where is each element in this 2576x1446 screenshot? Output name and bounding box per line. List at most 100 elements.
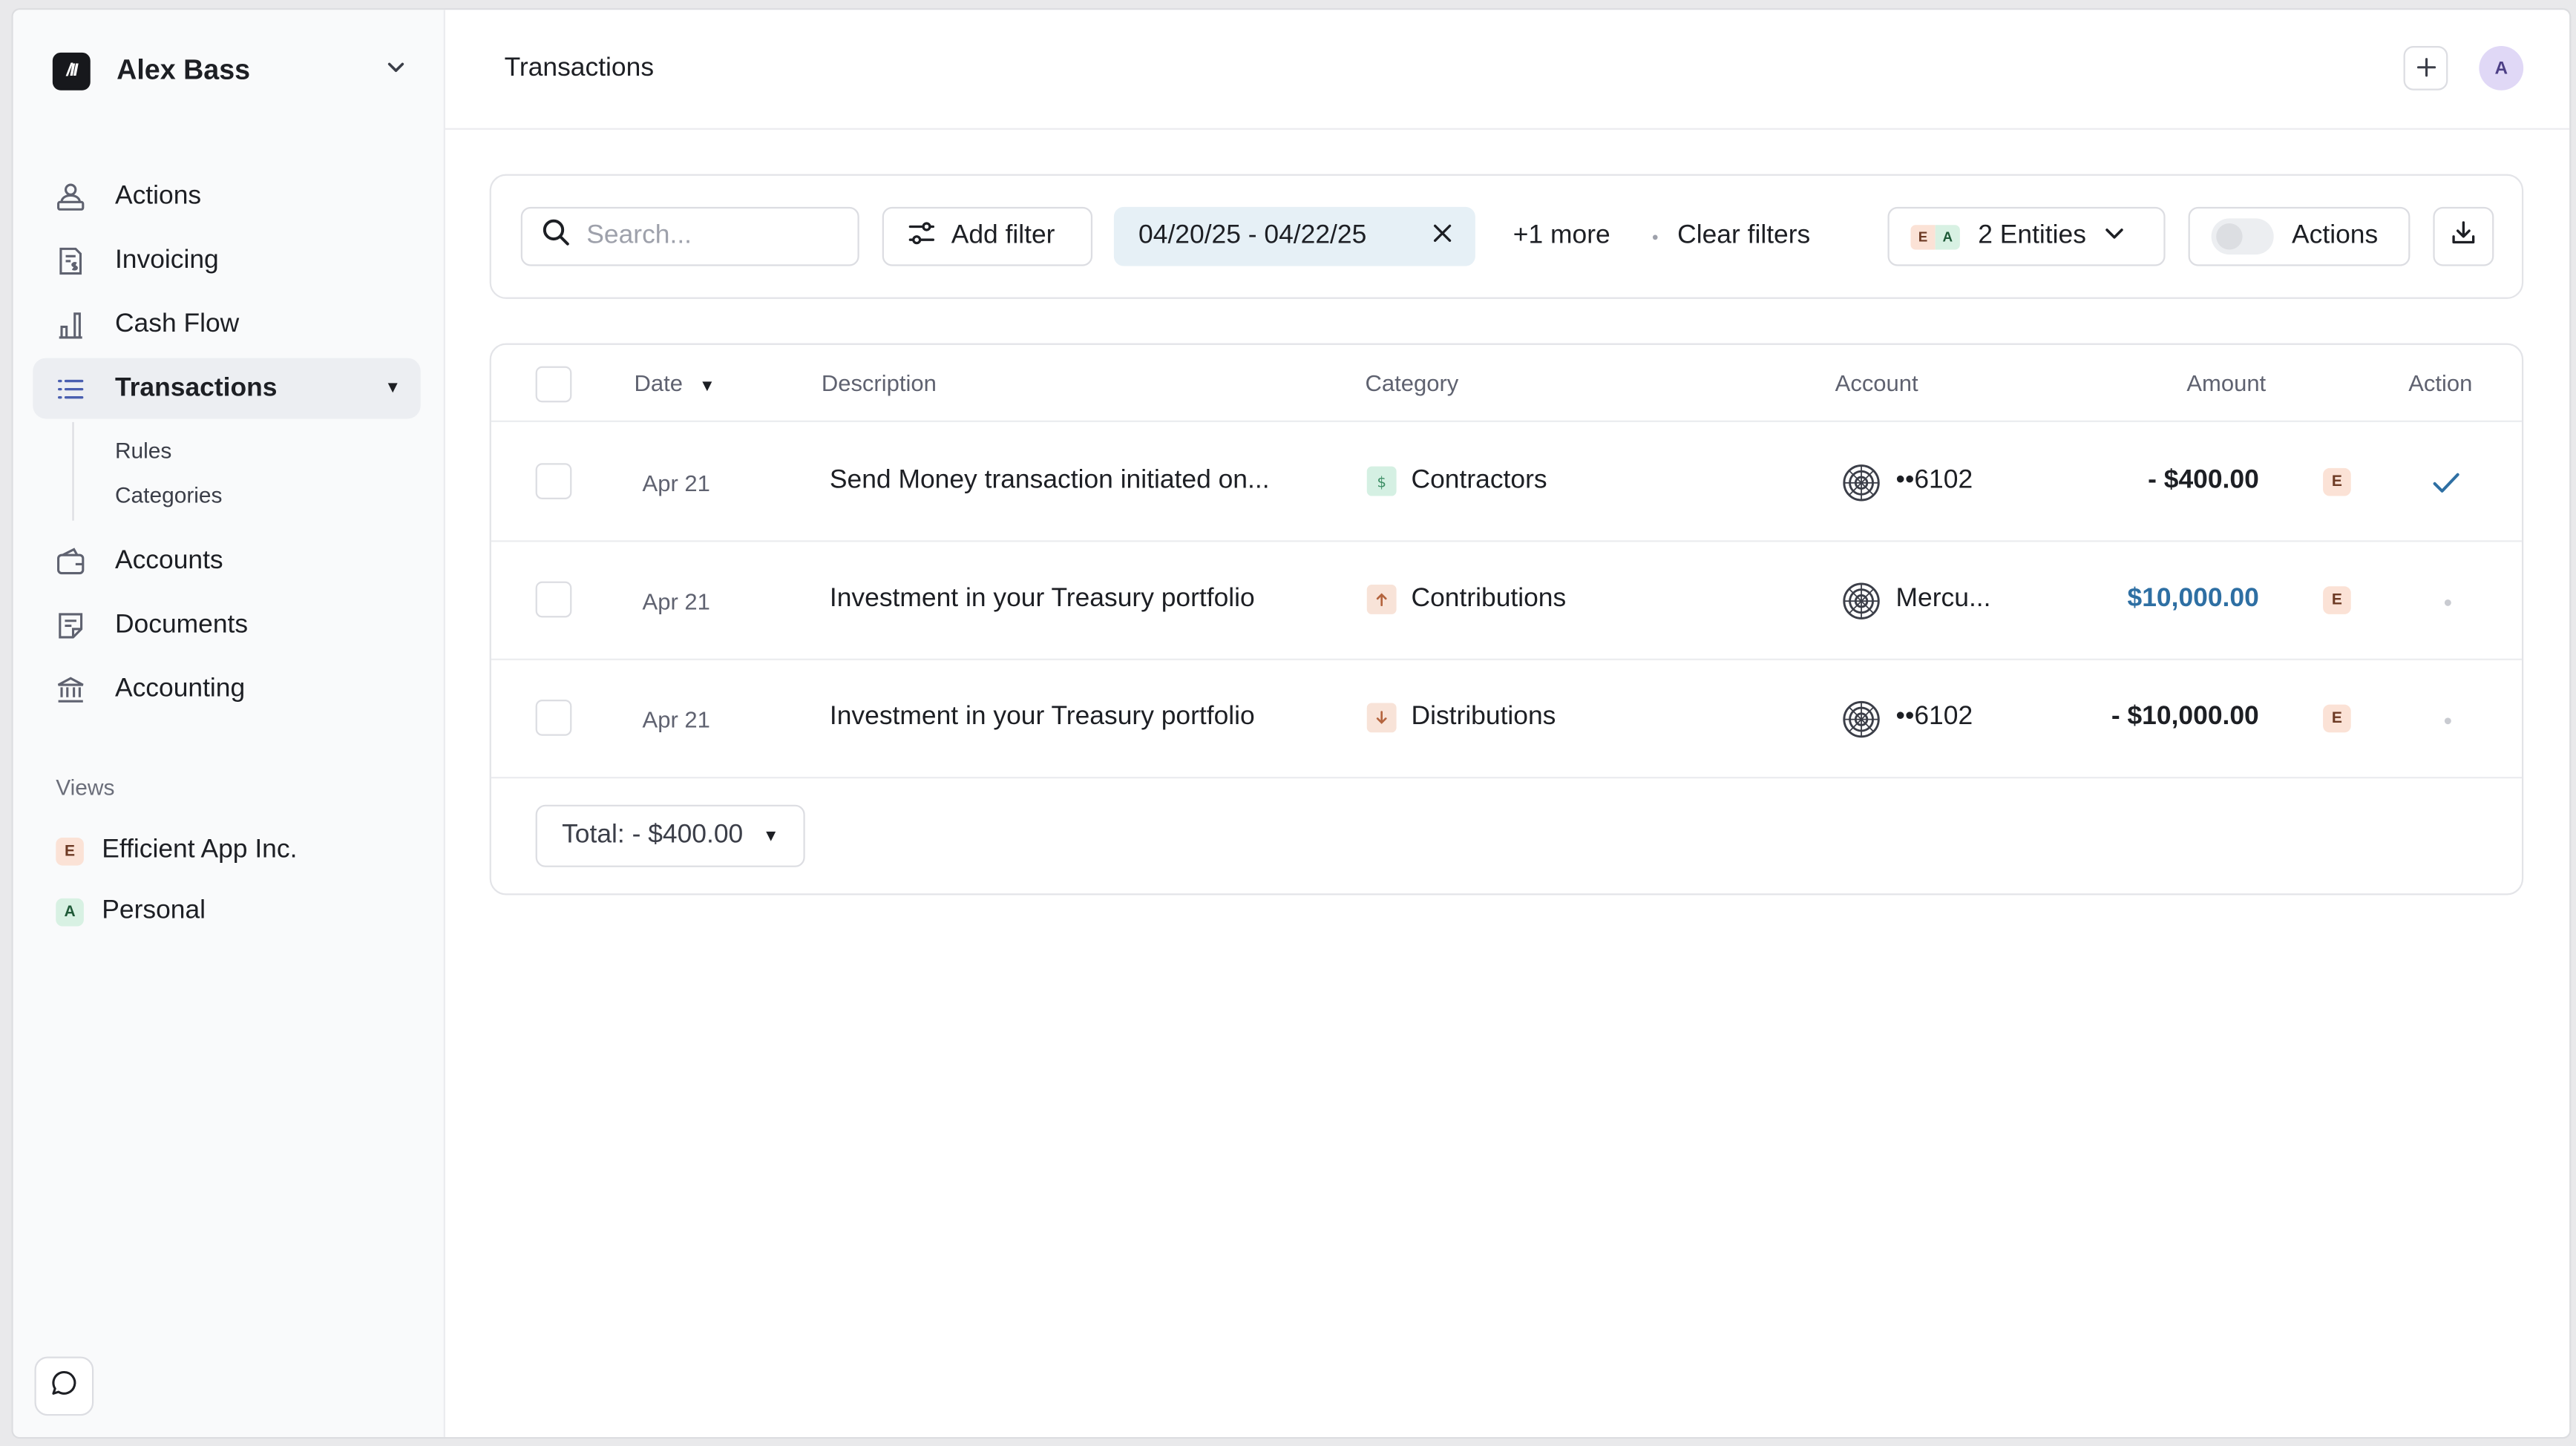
entity-badge: E xyxy=(56,836,84,865)
row-description: Investment in your Treasury portfolio xyxy=(829,585,1255,613)
sort-desc-icon: ▼ xyxy=(698,378,715,396)
caret-down-icon: ▼ xyxy=(762,826,779,845)
row-account: Mercu... xyxy=(1895,585,1991,613)
views-heading: Views xyxy=(56,775,115,801)
total-dropdown[interactable]: Total: - $400.00 ▼ xyxy=(535,804,806,867)
actions-toggle[interactable]: Actions xyxy=(2188,206,2411,266)
row-category[interactable]: Contractors xyxy=(1412,467,1547,496)
sidebar-item-invoicing[interactable]: Invoicing xyxy=(33,230,420,291)
sidebar-item-documents[interactable]: Documents xyxy=(33,594,420,655)
search-icon xyxy=(543,218,571,254)
entity-badge: E xyxy=(1910,224,1936,249)
row-category[interactable]: Distributions xyxy=(1412,703,1556,732)
row-description: Investment in your Treasury portfolio xyxy=(829,703,1255,732)
filter-bar: Add filter 04/20/25 - 04/22/25 +1 more C… xyxy=(489,174,2524,299)
view-efficient-app[interactable]: E Efficient App Inc. xyxy=(56,832,297,869)
page-title: Transactions xyxy=(504,54,655,82)
entities-dropdown[interactable]: E A 2 Entities xyxy=(1887,206,2166,266)
clear-filters-link[interactable]: Clear filters xyxy=(1677,222,1810,252)
sidebar-nav: Actions Invoicing Cash Flow Transactions xyxy=(33,166,421,723)
sidebar-subitem-categories[interactable]: Categories xyxy=(74,473,421,518)
sidebar-item-label: Accounts xyxy=(114,546,223,574)
org-switcher[interactable]: /II Alex Bass xyxy=(52,49,411,92)
date-range-chip[interactable]: 04/20/25 - 04/22/25 xyxy=(1113,206,1475,266)
screen: /II Alex Bass Actions Invoicing Cash Flo… xyxy=(0,0,2576,1445)
sidebar: /II Alex Bass Actions Invoicing Cash Flo… xyxy=(13,10,445,1437)
add-filter-button[interactable]: Add filter xyxy=(882,206,1093,266)
chevron-down-icon xyxy=(384,55,407,86)
date-range-label: 04/20/25 - 04/22/25 xyxy=(1138,221,1367,250)
entities-label: 2 Entities xyxy=(1978,221,2086,250)
sidebar-item-actions[interactable]: Actions xyxy=(33,166,420,227)
row-amount: $10,000.00 xyxy=(2127,585,2259,613)
transactions-table: Date ▼ Description Category Account Amou… xyxy=(489,343,2524,895)
add-button[interactable] xyxy=(2403,45,2448,91)
sidebar-item-accounting[interactable]: Accounting xyxy=(33,659,420,720)
action-placeholder-dot[interactable] xyxy=(2444,599,2451,606)
sidebar-item-label: Transactions xyxy=(114,373,278,402)
svg-text:$: $ xyxy=(1377,473,1386,489)
add-filter-label: Add filter xyxy=(951,221,1055,250)
sidebar-item-label: Accounting xyxy=(114,674,246,703)
row-account: ••6102 xyxy=(1895,466,1973,495)
close-icon[interactable] xyxy=(1432,222,1452,252)
chat-button[interactable] xyxy=(34,1356,94,1416)
view-label: Efficient App Inc. xyxy=(102,835,298,864)
actions-toggle-label: Actions xyxy=(2292,221,2379,250)
download-icon xyxy=(2450,218,2478,254)
dollar-icon: $ xyxy=(1366,466,1397,496)
entity-badge: E xyxy=(2323,704,2351,733)
row-date: Apr 21 xyxy=(642,470,710,496)
plus-icon xyxy=(2416,51,2436,85)
select-all-checkbox[interactable] xyxy=(535,366,572,403)
entity-badge: E xyxy=(2323,586,2351,614)
row-category[interactable]: Contributions xyxy=(1412,585,1567,614)
avatar[interactable]: A xyxy=(2479,45,2524,91)
sidebar-item-accounts[interactable]: Accounts xyxy=(33,530,420,591)
sidebar-item-label: Invoicing xyxy=(114,245,219,274)
search-input[interactable] xyxy=(586,221,833,252)
column-action: Action xyxy=(2408,369,2473,396)
row-amount: - $400.00 xyxy=(2148,466,2259,495)
download-button[interactable] xyxy=(2433,206,2494,266)
org-name: Alex Bass xyxy=(117,54,251,86)
check-icon[interactable] xyxy=(2431,470,2461,504)
entity-badge: A xyxy=(1935,224,1960,249)
view-personal[interactable]: A Personal xyxy=(56,893,206,930)
separator-dot xyxy=(1652,234,1658,240)
search-box xyxy=(520,206,859,266)
column-category: Category xyxy=(1365,369,1459,396)
column-date[interactable]: Date ▼ xyxy=(634,369,715,395)
sidebar-item-transactions[interactable]: Transactions ▼ xyxy=(33,358,421,419)
view-label: Personal xyxy=(102,896,206,925)
page-header: Transactions A xyxy=(445,10,2570,130)
bank-logo-icon xyxy=(1842,463,1881,502)
entity-badge: A xyxy=(56,897,84,926)
bank-logo-icon xyxy=(1842,582,1881,621)
row-checkbox[interactable] xyxy=(535,700,572,736)
bank-logo-icon xyxy=(1842,700,1881,739)
table-row[interactable]: Apr 21 Investment in your Treasury portf… xyxy=(491,542,2522,660)
invoice-icon xyxy=(54,244,87,277)
sidebar-item-cash-flow[interactable]: Cash Flow xyxy=(33,294,420,355)
app-window: /II Alex Bass Actions Invoicing Cash Flo… xyxy=(13,10,2570,1437)
row-checkbox[interactable] xyxy=(535,581,572,618)
entity-badge: E xyxy=(2323,467,2351,496)
row-date: Apr 21 xyxy=(642,588,710,614)
row-checkbox[interactable] xyxy=(535,463,572,499)
row-account: ••6102 xyxy=(1895,703,1973,732)
table-row[interactable]: Apr 21 Send Money transaction initiated … xyxy=(491,424,2522,542)
document-icon xyxy=(54,608,87,641)
sidebar-item-label: Documents xyxy=(114,610,249,639)
total-label: Total: - $400.00 xyxy=(562,821,744,849)
table-header: Date ▼ Description Category Account Amou… xyxy=(491,345,2522,422)
arrow-up-icon xyxy=(1366,585,1397,614)
table-row[interactable]: Apr 21 Investment in your Treasury portf… xyxy=(491,660,2522,779)
column-account: Account xyxy=(1835,369,1918,396)
more-filters-link[interactable]: +1 more xyxy=(1513,222,1610,252)
sidebar-subitem-rules[interactable]: Rules xyxy=(74,429,421,473)
caret-down-icon[interactable]: ▼ xyxy=(384,379,401,397)
action-placeholder-dot[interactable] xyxy=(2444,717,2451,725)
chevron-down-icon xyxy=(2103,221,2126,252)
toggle-switch[interactable] xyxy=(2211,218,2274,255)
